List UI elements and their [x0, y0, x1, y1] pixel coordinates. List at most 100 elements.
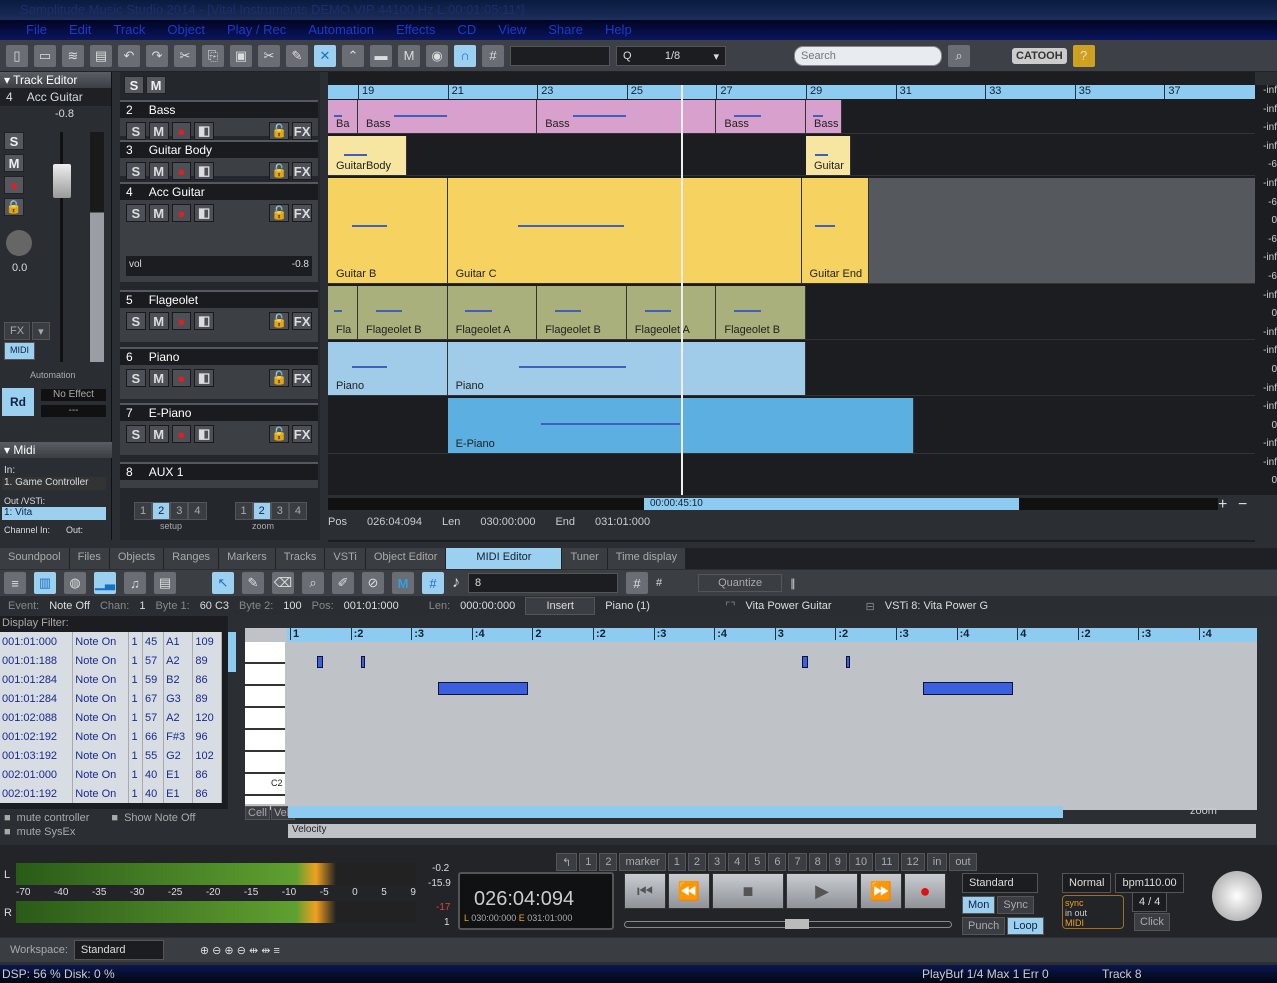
out-button[interactable]: out — [949, 853, 977, 871]
crossfade-icon[interactable]: ✕ — [314, 44, 336, 67]
audio-object[interactable]: Flageolet A — [626, 286, 717, 339]
solo-button[interactable]: S — [126, 204, 146, 222]
pan-knob[interactable] — [6, 230, 32, 256]
menu-track[interactable]: Track — [113, 22, 145, 40]
document-icon[interactable]: ▤ — [154, 572, 176, 594]
lock-icon[interactable]: 🔓 — [269, 122, 290, 140]
audio-object[interactable]: Bass — [537, 100, 717, 133]
scroll-thumb[interactable]: 00:00:45:10 — [644, 498, 1019, 510]
zoom-page-button[interactable]: 3 — [270, 502, 289, 520]
fx-button[interactable]: FX — [292, 312, 312, 330]
speed-mode-select[interactable]: Normal — [1062, 873, 1112, 893]
nav-icon[interactable]: ⊕ ⊖ ⊕ ⊖ ⇹ ⇹ ≡ — [200, 944, 280, 957]
collapse-icon[interactable]: ⊟ — [866, 600, 875, 613]
audio-object[interactable]: Flageolet A — [447, 286, 538, 339]
piano-roll-scrollbar[interactable] — [288, 806, 1063, 818]
track-name[interactable]: Flageolet — [149, 293, 198, 307]
solo-button[interactable]: S — [126, 312, 146, 330]
track-lane[interactable]: Fla Flageolet B Flageolet A Flageolet B Flag… — [328, 286, 1255, 340]
event-row[interactable]: 001:01:188 Note On 1 57 A2 89 — [0, 651, 222, 670]
fx-dropdown[interactable]: ▾ — [32, 322, 50, 340]
mixer-icon[interactable]: M — [398, 44, 420, 67]
cut-icon[interactable]: ✂ — [174, 44, 196, 67]
audio-object[interactable]: Guitar C — [447, 178, 802, 283]
audio-object[interactable]: Bass — [806, 100, 842, 133]
zoom-page-button[interactable]: 2 — [252, 502, 271, 520]
tab-files[interactable]: Files — [69, 548, 110, 569]
expand-icon[interactable]: ⌜⌝ — [725, 600, 735, 613]
search-icon[interactable]: ⌕ — [948, 44, 970, 67]
marker-number-button[interactable]: 9 — [828, 853, 847, 871]
undo-icon[interactable]: ↶ — [118, 44, 140, 67]
pointer-icon[interactable]: ↖ — [212, 572, 234, 594]
m-tool-icon[interactable]: M — [392, 572, 414, 594]
quantize-select[interactable]: Q 1/8 ▾ — [616, 45, 726, 66]
menu-cd[interactable]: CD — [458, 22, 477, 40]
menu-automation[interactable]: Automation — [308, 22, 374, 40]
tab-midi-editor[interactable]: MIDI Editor — [446, 548, 563, 569]
automation-param[interactable]: --- — [41, 405, 106, 417]
mute-button[interactable]: M — [148, 425, 169, 443]
automation-effect[interactable]: No Effect — [41, 389, 106, 401]
record-arm-button[interactable]: ● — [171, 312, 192, 330]
audio-object[interactable]: Guitar End — [801, 178, 869, 283]
monitor-icon[interactable]: ◧ — [194, 369, 215, 387]
audio-object[interactable]: Flageolet B — [716, 286, 806, 339]
monitor-icon[interactable]: ◧ — [194, 425, 215, 443]
stop-button[interactable]: ■ — [712, 873, 784, 909]
instrument-select[interactable]: Piano (1) — [605, 600, 715, 612]
marker-number-button[interactable]: 4 — [728, 853, 747, 871]
time-display[interactable]: 026:04:094 L 030:00:000 E 031:01:000 — [458, 872, 614, 930]
mute-button[interactable]: M — [148, 122, 169, 140]
track-name[interactable]: AUX 1 — [149, 465, 184, 479]
event-row[interactable]: 001:01:000 Note On 1 45 A1 109 — [0, 632, 222, 651]
quantize-button[interactable]: Quantize — [698, 574, 783, 592]
lock-icon[interactable]: 🔓 — [269, 162, 290, 180]
marker-number-button[interactable]: 10 — [848, 853, 874, 871]
zoom-page-button[interactable]: 1 — [234, 502, 253, 520]
cd-icon[interactable]: ◉ — [426, 44, 448, 67]
end-value[interactable]: 031:01:000 — [595, 516, 650, 528]
insert-button[interactable]: Insert — [525, 597, 596, 615]
sync-button[interactable]: Sync — [997, 896, 1034, 914]
track-lane[interactable]: Piano Piano — [328, 342, 1255, 396]
drum-editor-icon[interactable]: ◍ — [64, 572, 86, 594]
track-header[interactable]: 3 Guitar Body S M ● ◧ 🔓 FX — [120, 140, 318, 180]
audio-object[interactable]: Flageolet B — [358, 286, 448, 339]
solo-button[interactable]: S — [4, 132, 24, 150]
curve-icon[interactable]: ⌃ — [342, 44, 364, 67]
humanize-icon[interactable]: ∥ — [790, 577, 796, 590]
tab-time-display[interactable]: Time display — [607, 548, 687, 569]
velocity-lane[interactable]: Velocity — [288, 824, 1256, 838]
solo-button[interactable]: S — [126, 122, 146, 140]
tab-markers[interactable]: Markers — [219, 548, 276, 569]
read-mode-button[interactable]: Rd — [2, 388, 34, 416]
record-arm-button[interactable]: ● — [171, 425, 192, 443]
midi-note[interactable] — [317, 656, 323, 668]
len-value[interactable]: 000:00:000 — [460, 600, 515, 612]
track-header[interactable]: 6 Piano S M ● ◧ 🔓 FX — [120, 347, 318, 399]
solo-button[interactable]: S — [126, 162, 146, 180]
pos-value[interactable]: 001:01:000 — [344, 600, 399, 612]
loop-button[interactable]: Loop — [1007, 917, 1044, 935]
cell-button[interactable]: Cell — [245, 806, 270, 820]
in-button[interactable]: in — [926, 853, 948, 871]
audio-object[interactable]: Fla — [328, 286, 358, 339]
catooh-logo[interactable]: CATOOH — [1012, 47, 1067, 64]
chan-value[interactable]: 1 — [139, 600, 145, 612]
midi-note[interactable] — [361, 656, 365, 668]
marker-number-button[interactable]: 12 — [900, 853, 925, 871]
record-button[interactable]: ● — [904, 873, 946, 909]
record-button[interactable]: ● — [4, 176, 24, 194]
audio-object[interactable]: GuitarBody — [328, 136, 408, 175]
copy-icon[interactable]: ⎘ — [202, 44, 224, 67]
pencil-icon[interactable]: ✎ — [286, 44, 308, 67]
track-name[interactable]: Acc Guitar — [149, 185, 205, 199]
fx-button[interactable]: FX — [292, 204, 312, 222]
setup-page-button[interactable]: 4 — [188, 502, 207, 520]
split-icon[interactable]: ✂ — [258, 44, 280, 67]
fx-button[interactable]: FX — [4, 322, 31, 340]
new-file-icon[interactable]: ▯ — [6, 44, 28, 67]
rewind-button[interactable]: ⏪ — [668, 873, 710, 909]
tab-objects[interactable]: Objects — [109, 548, 165, 569]
